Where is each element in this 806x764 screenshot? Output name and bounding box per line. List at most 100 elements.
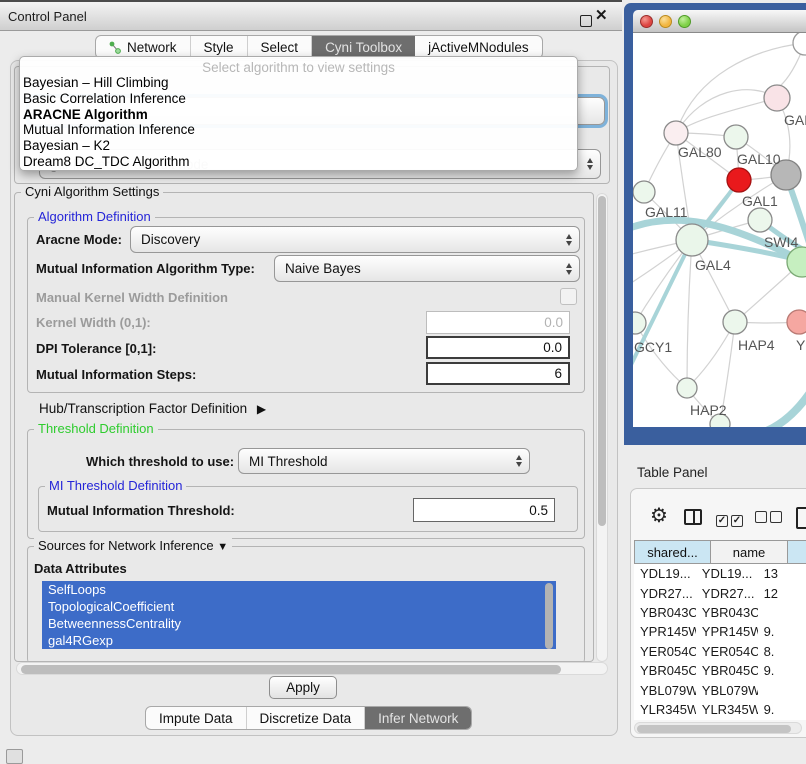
table-cell: YDL19... xyxy=(634,566,696,581)
table-cell: YBR043C xyxy=(696,605,758,620)
network-canvas[interactable]: GAL7GAL80GAL10GAL1GAL11SWI4GAL4GCY1HAP4Y… xyxy=(633,33,806,427)
close-traffic-light[interactable] xyxy=(640,15,653,28)
network-icon xyxy=(109,41,122,54)
mi-type-label: Mutual Information Algorithm Type: xyxy=(36,261,255,276)
apply-button[interactable]: Apply xyxy=(269,676,337,699)
data-attributes-list[interactable]: SelfLoopsTopologicalCoefficientBetweenne… xyxy=(42,581,556,653)
dpi-tolerance-input[interactable]: 0.0 xyxy=(426,336,570,359)
table-row[interactable]: YDL19...YDL19...13 xyxy=(634,564,806,583)
tab-select[interactable]: Select xyxy=(248,36,313,58)
minimize-traffic-light[interactable] xyxy=(659,15,672,28)
table-cell: 8. xyxy=(758,644,806,659)
select-all-checkboxes-icon[interactable]: ✓✓ xyxy=(716,511,743,527)
attribute-list-item[interactable]: gal4RGexp xyxy=(42,632,556,649)
network-node-hap2[interactable] xyxy=(677,378,697,398)
table-cell: 9. xyxy=(758,663,806,678)
aracne-mode-combobox[interactable]: Discovery xyxy=(130,226,580,253)
deselect-all-checkboxes-icon[interactable] xyxy=(755,511,782,526)
list-scrollbar[interactable] xyxy=(545,583,553,649)
tab-network[interactable]: Network xyxy=(96,36,191,58)
mi-threshold-label: Mutual Information Threshold: xyxy=(47,503,235,518)
network-node-swi4[interactable] xyxy=(748,208,772,232)
node-label: GAL10 xyxy=(737,151,781,167)
dropdown-item[interactable]: Bayesian – Hill Climbing xyxy=(20,75,577,91)
mi-threshold-input[interactable]: 0.5 xyxy=(413,498,555,522)
settings-vscrollbar[interactable] xyxy=(596,193,608,662)
network-node[interactable] xyxy=(793,33,806,55)
table-row[interactable]: YPR145WYPR145W9. xyxy=(634,622,806,641)
tab-impute-data[interactable]: Impute Data xyxy=(146,707,247,729)
network-node-gal11[interactable] xyxy=(633,181,655,203)
tab-cyni-toolbox[interactable]: Cyni Toolbox xyxy=(312,36,415,58)
table-row[interactable]: YBL079WYBL079W xyxy=(634,680,806,699)
table-hscrollbar-thumb[interactable] xyxy=(637,725,791,733)
table-rows[interactable]: YDL19...YDL19...13YDR27...YDR27...12YBR0… xyxy=(634,564,806,720)
node-label: GAL80 xyxy=(678,144,722,160)
network-node-gal10[interactable] xyxy=(724,125,748,149)
columns-icon[interactable] xyxy=(684,509,702,525)
dropdown-item[interactable]: Bayesian – K2 xyxy=(20,138,577,154)
table-row[interactable]: YLR345WYLR345W9. xyxy=(634,700,806,719)
stepper-icon xyxy=(587,158,593,170)
kernel-width-input[interactable]: 0.0 xyxy=(426,311,570,334)
tab-style[interactable]: Style xyxy=(191,36,248,58)
attribute-list-item[interactable]: TopologicalCoefficient xyxy=(42,598,556,615)
file-icon[interactable] xyxy=(796,507,806,529)
hub-definition-toggle[interactable]: Hub/Transcription Factor Definition ▶ xyxy=(39,401,266,416)
table-cell: YDR27... xyxy=(696,586,758,601)
dropdown-item[interactable]: Dream8 DC_TDC Algorithm xyxy=(20,154,577,170)
sources-title[interactable]: Sources for Network Inference ▼ xyxy=(34,538,232,553)
maximize-traffic-light[interactable] xyxy=(678,15,691,28)
table-cell: YER054C xyxy=(696,644,758,659)
attribute-list-item[interactable]: BetweennessCentrality xyxy=(42,615,556,632)
network-node-gal4[interactable] xyxy=(676,224,708,256)
network-node-y[interactable] xyxy=(787,310,806,334)
dropdown-item[interactable]: Basic Correlation Inference xyxy=(20,91,577,107)
settings-group-title: Cyni Algorithm Settings xyxy=(21,184,163,199)
network-node-gcy1[interactable] xyxy=(633,312,646,334)
network-node-gal1[interactable] xyxy=(727,168,751,192)
tab-infer-network[interactable]: Infer Network xyxy=(365,707,471,729)
table-row[interactable]: YIL052CYIL052C9 xyxy=(634,719,806,720)
attribute-list-item[interactable]: SelfLoops xyxy=(42,581,556,598)
table-row[interactable]: YDR27...YDR27...12 xyxy=(634,583,806,602)
node-label: HAP2 xyxy=(690,402,727,418)
manual-kernel-label: Manual Kernel Width Definition xyxy=(36,290,228,305)
tab-jactivemnodules[interactable]: jActiveMNodules xyxy=(415,36,542,58)
network-node-gal7[interactable] xyxy=(764,85,790,111)
which-threshold-combobox[interactable]: MI Threshold xyxy=(238,448,530,474)
aracne-mode-label: Aracne Mode: xyxy=(36,232,122,247)
mi-type-combobox[interactable]: Naive Bayes xyxy=(274,255,580,282)
node-label: HAP4 xyxy=(738,337,775,353)
table-hscrollbar[interactable] xyxy=(634,722,802,734)
mi-steps-input[interactable]: 6 xyxy=(426,362,570,385)
algorithm-dropdown-popup: Select algorithm to view settings Bayesi… xyxy=(19,56,578,171)
dropdown-item[interactable]: Mutual Information Inference xyxy=(20,122,577,138)
network-graph: GAL7GAL80GAL10GAL1GAL11SWI4GAL4GCY1HAP4Y… xyxy=(633,33,806,427)
window-title: Control Panel xyxy=(8,2,87,31)
settings-hscrollbar[interactable] xyxy=(16,662,608,675)
table-header: shared... name xyxy=(634,540,806,564)
control-panel-titlebar: Control Panel xyxy=(0,0,622,31)
algorithm-definition-group: Algorithm Definition Aracne Mode: Discov… xyxy=(27,217,585,393)
close-icon[interactable]: ✕ xyxy=(595,6,608,24)
manual-kernel-checkbox[interactable] xyxy=(560,288,577,305)
bottom-tabbar: Impute Data Discretize Data Infer Networ… xyxy=(145,706,472,730)
column-header-extra[interactable] xyxy=(788,540,806,564)
network-node-hap4[interactable] xyxy=(723,310,747,334)
threshold-definition-group: Threshold Definition Which threshold to … xyxy=(27,429,585,539)
table-row[interactable]: YBR045CYBR045C9. xyxy=(634,661,806,680)
restore-icon[interactable] xyxy=(580,15,592,27)
dropdown-item-selected[interactable]: ARACNE Algorithm xyxy=(20,107,577,123)
table-row[interactable]: YER054CYER054C8. xyxy=(634,642,806,661)
table-cell: 13 xyxy=(758,566,806,581)
column-header-shared[interactable]: shared... xyxy=(634,540,711,564)
network-node-gal80[interactable] xyxy=(664,121,688,145)
node-label: GCY1 xyxy=(634,339,672,355)
tab-discretize-data[interactable]: Discretize Data xyxy=(247,707,366,729)
table-row[interactable]: YBR043CYBR043C xyxy=(634,603,806,622)
gear-icon[interactable]: ⚙ xyxy=(650,506,668,526)
settings-hscrollbar-thumb[interactable] xyxy=(21,665,561,674)
column-header-name[interactable]: name xyxy=(711,540,788,564)
settings-vscrollbar-thumb[interactable] xyxy=(598,196,606,526)
